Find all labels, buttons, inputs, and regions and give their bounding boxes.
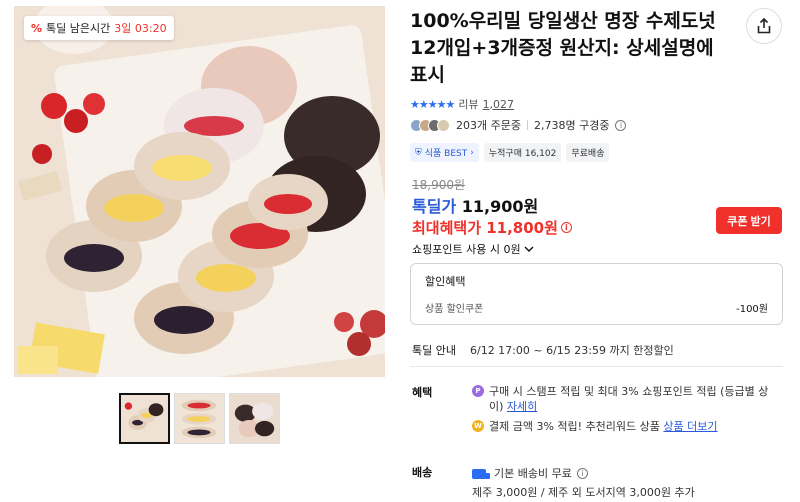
benefit-item: W 결제 금액 3% 적립! 추천리워드 상품 상품 더보기 [472,419,772,434]
info-icon[interactable]: i [560,222,572,233]
benefit-description: 결제 금액 3% 적립! 추천리워드 상품 [489,420,660,433]
detail-link[interactable]: 자세히 [507,400,537,413]
buyer-activity-row: 203개 주문중 2,738명 구경중 i [410,117,627,133]
deal-price-label: 톡딜가 [412,197,457,216]
info-icon[interactable]: i [615,119,627,131]
shipping-fee: 기본 배송비 무료 [494,467,572,480]
tag-row: ⛨ 식품 BEST › 누적구매 16,102 무료배송 [410,143,610,162]
timer-label: 톡딜 남은시간 [46,22,111,35]
chevron-down-icon [524,246,534,252]
thumbnail-strip [119,393,280,444]
review-count-link[interactable]: 1,027 [483,98,515,111]
discount-item-amount: -100원 [736,304,768,315]
shipping-info: 기본 배송비 무료 i 제주 3,000원 / 제주 외 도서지역 3,000원… [472,464,695,502]
cumulative-purchase-tag: 누적구매 16,102 [483,143,562,162]
thumbnail-3[interactable] [229,393,280,444]
points-dropdown[interactable]: 쇼핑포인트 사용 시 0원 [412,241,534,257]
benefit-text: 구매 시 스탬프 적립 및 최대 3% 쇼핑포인트 적립 (등급별 상이) 자세… [489,384,772,414]
percent-icon: % [31,21,43,35]
rating-row[interactable]: ★★★★★ 리뷰 1,027 [410,96,514,112]
divider [526,120,528,130]
thumbnail-image [121,395,168,442]
free-shipping-tag: 무료배송 [566,143,610,162]
thumbnail-1[interactable] [119,393,170,444]
benefit-list: P 구매 시 스탬프 적립 및 최대 3% 쇼핑포인트 적립 (등급별 상이) … [472,384,772,439]
shipping-label: 배송 [412,466,433,479]
benefit-item: P 구매 시 스탬프 적립 및 최대 3% 쇼핑포인트 적립 (등급별 상이) … [472,384,772,414]
avatar [437,118,450,132]
share-button[interactable] [746,8,782,44]
order-count: 203개 주문중 [456,119,521,132]
thumbnail-image [230,394,279,443]
max-benefit-price: 최대혜택가 11,800원 [412,219,558,237]
deal-timer-badge: % 톡딜 남은시간 3일 03:20 [24,16,174,40]
deal-info-value: 6/12 17:00 ~ 6/15 23:59 까지 한정할인 [469,344,674,357]
deal-price-row: 톡딜가 11,900원 [412,193,538,217]
discount-title: 할인혜택 [425,275,466,288]
deal-price-value: 11,900원 [461,197,539,216]
point-icon: P [472,385,484,397]
benefit-text: 결제 금액 3% 적립! 추천리워드 상품 상품 더보기 [489,419,718,434]
reward-icon: W [472,420,484,432]
chevron-right-icon: › [470,147,474,158]
deal-info-label: 톡딜 안내 [412,344,456,357]
more-products-link[interactable]: 상품 더보기 [663,420,717,433]
star-rating-icon: ★★★★★ [410,97,455,111]
deal-info-row: 톡딜 안내 6/12 17:00 ~ 6/15 23:59 까지 한정할인 [412,342,674,358]
max-benefit-row: 최대혜택가 11,800원 i [412,217,572,238]
points-text: 쇼핑포인트 사용 시 0원 [412,243,521,256]
thumbnail-2[interactable] [174,393,225,444]
review-label: 리뷰 [458,98,479,111]
discount-item-label: 상품 할인쿠폰 [425,304,484,315]
coupon-button[interactable]: 쿠폰 받기 [716,207,782,234]
section-divider [410,366,783,367]
truck-icon [472,468,490,479]
timer-value: 3일 03:20 [114,22,167,35]
benefit-label: 혜택 [412,386,433,399]
product-title: 100%우리밀 당일생산 명장 수제도넛 12개입+3개증정 원산지: 상세설명… [410,10,716,86]
product-main-image[interactable]: % 톡딜 남은시간 3일 03:20 [14,6,385,377]
donut-photo [14,6,385,377]
buyer-avatars [410,118,450,132]
thumbnail-image [175,394,224,443]
share-icon [757,18,771,34]
best-tag-label: 식품 BEST [424,149,468,159]
discount-line: 상품 할인쿠폰 -100원 [425,300,768,315]
viewer-count: 2,738명 구경중 [533,119,610,132]
best-tag[interactable]: ⛨ 식품 BEST › [410,143,479,162]
info-icon[interactable]: i [576,468,588,479]
shield-icon: ⛨ [415,147,422,158]
shipping-extra: 제주 3,000원 / 제주 외 도서지역 3,000원 추가 [472,486,695,499]
shipping-line: 기본 배송비 무료 i [472,464,695,483]
discount-box: 할인혜택 상품 할인쿠폰 -100원 [410,263,783,325]
original-price: 18,900원 [412,178,466,192]
